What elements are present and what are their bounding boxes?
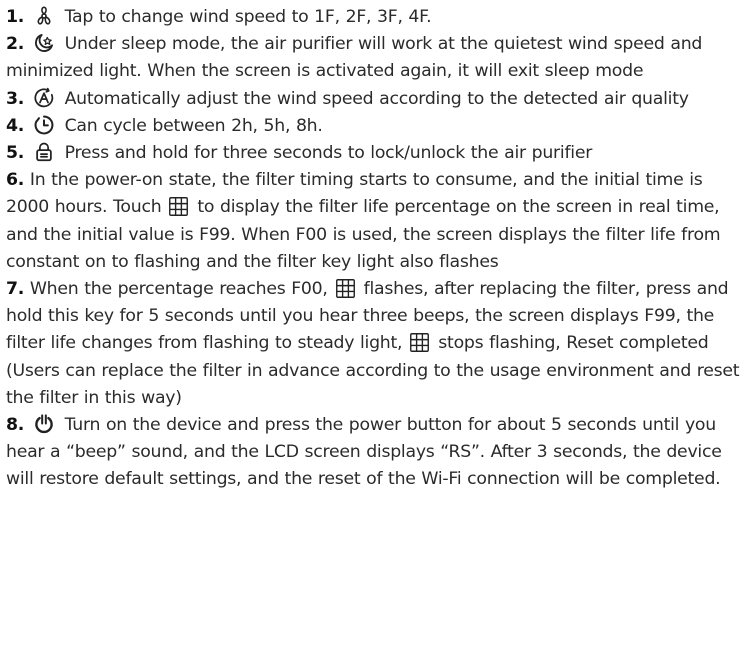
filter-icon [335, 278, 356, 299]
item-number: 6. [6, 170, 25, 191]
item-number: 8. [6, 415, 25, 436]
sleep-mode-icon [33, 32, 55, 54]
item-number: 4. [6, 115, 25, 136]
instruction-text: When the percentage reaches F00, [29, 279, 328, 300]
filter-icon [168, 196, 189, 217]
instruction-text: Turn on the device and press the power b… [6, 415, 722, 490]
item-number: 5. [6, 143, 25, 164]
instruction-3: 3. Automatically adjust the wind speed a… [6, 86, 745, 113]
instruction-5: 5. Press and hold for three seconds to l… [6, 140, 745, 167]
lock-icon [33, 141, 55, 163]
filter-icon [409, 332, 430, 353]
instruction-8: 8. Turn on the device and press the powe… [6, 412, 745, 494]
instruction-text: Under sleep mode, the air purifier will … [6, 34, 703, 82]
instruction-7: 7. When the percentage reaches F00, flas… [6, 276, 745, 412]
instruction-text: Can cycle between 2h, 5h, 8h. [64, 115, 323, 136]
instructions-list: 1. Tap to change wind speed to 1F, 2F, 3… [0, 0, 751, 494]
power-icon [33, 413, 55, 435]
instruction-4: 4. Can cycle between 2h, 5h, 8h. [6, 113, 745, 140]
item-number: 1. [6, 7, 25, 27]
timer-icon [33, 114, 55, 136]
auto-mode-icon [33, 87, 55, 109]
item-number: 2. [6, 34, 25, 55]
fan-icon [33, 5, 55, 27]
instruction-2: 2. Under sleep mode, the air purifier wi… [6, 31, 745, 85]
instruction-text: Automatically adjust the wind speed acco… [64, 88, 689, 109]
instruction-text: Press and hold for three seconds to lock… [64, 143, 593, 164]
instruction-6: 6. In the power-on state, the filter tim… [6, 167, 745, 276]
instruction-1: 1. Tap to change wind speed to 1F, 2F, 3… [6, 4, 745, 31]
item-number: 3. [6, 88, 25, 109]
instruction-text: Tap to change wind speed to 1F, 2F, 3F, … [64, 7, 432, 27]
item-number: 7. [6, 279, 25, 300]
